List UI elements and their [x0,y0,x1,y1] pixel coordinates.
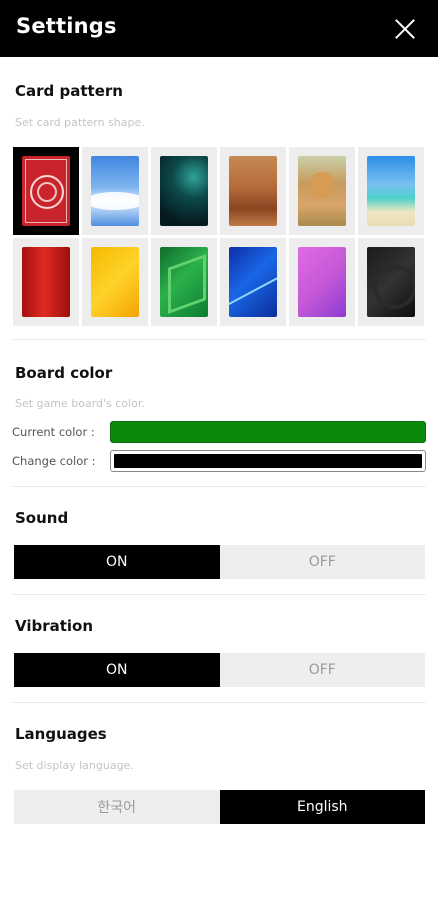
card-pattern-option[interactable] [220,147,286,235]
language-english-button[interactable]: English [219,790,425,824]
languages-title: Languages [15,725,107,743]
vibration-off-button[interactable]: OFF [219,653,425,687]
change-color-label: Change color : [12,454,96,468]
divider [12,702,426,703]
yellow-abstract-pattern [91,247,139,317]
green-space-pattern [160,156,208,226]
header-bar: Settings [0,0,438,57]
card-pattern-title: Card pattern [15,82,123,100]
card-pattern-option[interactable] [151,147,217,235]
card-pattern-option[interactable] [289,238,355,326]
change-color-swatch [114,454,422,468]
card-pattern-option[interactable] [13,238,79,326]
vibration-toggle: ON OFF [14,653,425,687]
languages-description: Set display language. [15,759,134,772]
card-pattern-option[interactable] [13,147,79,235]
blue-light-pattern [229,247,277,317]
sky-clouds-pattern [91,156,139,226]
sound-off-button[interactable]: OFF [219,545,425,579]
card-pattern-option[interactable] [220,238,286,326]
vibration-on-button[interactable]: ON [14,653,220,687]
current-color-swatch [110,421,426,443]
page-title: Settings [16,14,117,38]
vibration-title: Vibration [15,617,94,635]
board-color-description: Set game board's color. [15,397,145,410]
card-pattern-option[interactable] [289,147,355,235]
change-color-picker[interactable] [110,450,426,472]
divider [12,594,426,595]
puppy-pattern [298,156,346,226]
card-pattern-option[interactable] [82,238,148,326]
board-color-title: Board color [15,364,113,382]
violet-abstract-pattern [298,247,346,317]
sound-on-button[interactable]: ON [14,545,220,579]
black-abstract-pattern [367,247,415,317]
tropical-beach-pattern [367,156,415,226]
red-classic-pattern [22,156,70,226]
green-geometric-pattern [160,247,208,317]
sound-toggle: ON OFF [14,545,425,579]
divider [12,486,426,487]
desert-dunes-pattern [229,156,277,226]
language-toggle: 한국어 English [14,790,425,824]
card-pattern-option[interactable] [82,147,148,235]
divider [12,339,426,340]
current-color-label: Current color : [12,425,95,439]
red-stripes-pattern [22,247,70,317]
card-pattern-option[interactable] [358,238,424,326]
card-pattern-description: Set card pattern shape. [15,116,145,129]
card-pattern-option[interactable] [151,238,217,326]
language-korean-button[interactable]: 한국어 [14,790,220,824]
sound-title: Sound [15,509,69,527]
card-pattern-option[interactable] [358,147,424,235]
close-icon[interactable] [394,18,416,40]
